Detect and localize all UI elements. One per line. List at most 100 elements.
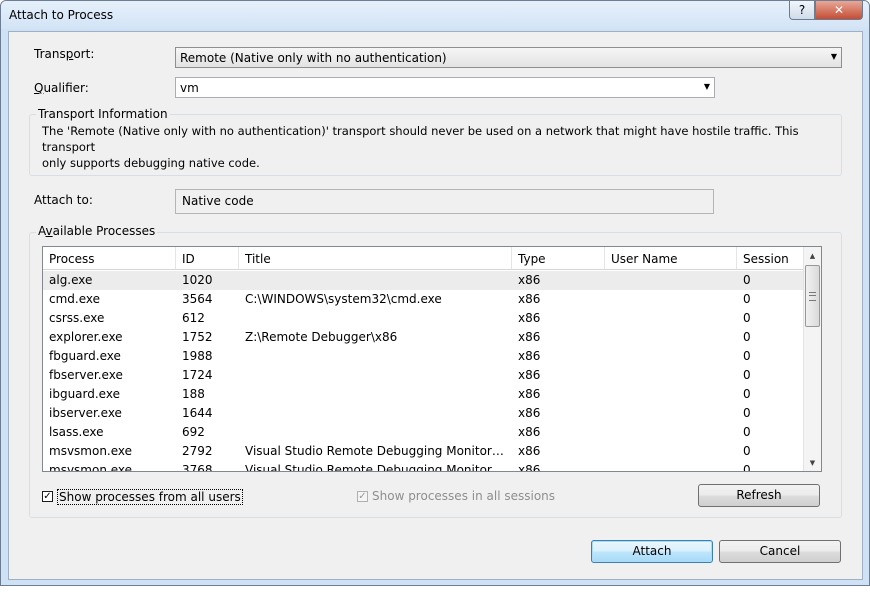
vertical-scrollbar[interactable]: ▲ ▼ bbox=[803, 247, 821, 471]
transport-info-title: Transport Information bbox=[36, 107, 170, 121]
table-row[interactable]: lsass.exe 692 x86 0 bbox=[43, 423, 804, 442]
scroll-up-button[interactable]: ▲ bbox=[804, 247, 821, 264]
process-session-cell: 0 bbox=[743, 387, 751, 401]
process-session-cell: 0 bbox=[743, 273, 751, 287]
process-id-cell: 3768 bbox=[182, 463, 213, 472]
process-name-cell: csrss.exe bbox=[49, 311, 105, 325]
cancel-button[interactable]: Cancel bbox=[719, 540, 841, 563]
column-header-type[interactable]: Type bbox=[512, 247, 605, 270]
qualifier-label: Qualifier: bbox=[34, 81, 89, 95]
transport-info-line-1: The 'Remote (Native only with no authent… bbox=[42, 124, 799, 154]
title-bar[interactable]: Attach to Process ? ✕ bbox=[1, 1, 869, 29]
column-header-session[interactable]: Session bbox=[737, 247, 805, 270]
process-name-cell: fbguard.exe bbox=[49, 349, 121, 363]
help-icon: ? bbox=[798, 3, 806, 17]
process-name-cell: lsass.exe bbox=[49, 425, 104, 439]
process-session-cell: 0 bbox=[743, 368, 751, 382]
scroll-up-icon: ▲ bbox=[809, 251, 816, 260]
process-type-cell: x86 bbox=[518, 368, 541, 382]
process-type-cell: x86 bbox=[518, 463, 541, 472]
process-session-cell: 0 bbox=[743, 425, 751, 439]
table-row[interactable]: alg.exe 1020 x86 0 bbox=[43, 271, 804, 290]
transport-value: Remote (Native only with no authenticati… bbox=[180, 51, 447, 65]
process-session-cell: 0 bbox=[743, 292, 751, 306]
process-id-cell: 612 bbox=[182, 311, 205, 325]
process-type-cell: x86 bbox=[518, 273, 541, 287]
process-id-cell: 1988 bbox=[182, 349, 213, 363]
process-id-cell: 692 bbox=[182, 425, 205, 439]
scroll-down-icon: ▼ bbox=[809, 458, 816, 467]
process-session-cell: 0 bbox=[743, 330, 751, 344]
attach-button[interactable]: Attach bbox=[591, 540, 713, 563]
dialog-body: Transport: Remote (Native only with no a… bbox=[8, 31, 863, 580]
process-id-cell: 1724 bbox=[182, 368, 213, 382]
table-row[interactable]: ibserver.exe 1644 x86 0 bbox=[43, 404, 804, 423]
table-row[interactable]: fbguard.exe 1988 x86 0 bbox=[43, 347, 804, 366]
process-name-cell: msvsmon.exe bbox=[49, 444, 133, 458]
table-row[interactable]: explorer.exe 1752 Z:\Remote Debugger\x86 x8… bbox=[43, 328, 804, 347]
process-session-cell: 0 bbox=[743, 406, 751, 420]
process-name-cell: ibguard.exe bbox=[49, 387, 120, 401]
process-session-cell: 0 bbox=[743, 349, 751, 363]
qualifier-value[interactable]: vm bbox=[180, 81, 199, 95]
transport-dropdown[interactable]: Remote (Native only with no authenticati… bbox=[175, 47, 842, 68]
process-type-cell: x86 bbox=[518, 406, 541, 420]
process-type-cell: x86 bbox=[518, 425, 541, 439]
scroll-down-button[interactable]: ▼ bbox=[804, 454, 821, 471]
process-id-cell: 2792 bbox=[182, 444, 213, 458]
process-type-cell: x86 bbox=[518, 349, 541, 363]
column-header-id[interactable]: ID bbox=[176, 247, 239, 270]
table-row[interactable]: msvsmon.exe 2792 Visual Studio Remote Debu… bbox=[43, 442, 804, 461]
process-list[interactable]: Process ID Title Type User Name Session … bbox=[42, 246, 822, 472]
scrollbar-thumb[interactable] bbox=[805, 265, 820, 327]
table-row[interactable]: cmd.exe 3564 C:\WINDOWS\system32\cmd.exe x8… bbox=[43, 290, 804, 309]
process-session-cell: 0 bbox=[743, 311, 751, 325]
transport-info-text: The 'Remote (Native only with no authent… bbox=[42, 123, 832, 171]
process-id-cell: 1752 bbox=[182, 330, 213, 344]
all-users-label[interactable]: Show processes from all users bbox=[57, 489, 243, 505]
process-type-cell: x86 bbox=[518, 330, 541, 344]
process-name-cell: explorer.exe bbox=[49, 330, 123, 344]
process-type-cell: x86 bbox=[518, 444, 541, 458]
process-type-cell: x86 bbox=[518, 292, 541, 306]
table-row[interactable]: msvsmon.exe 3768 Visual Studio Remote Debu… bbox=[43, 461, 804, 472]
process-id-cell: 3564 bbox=[182, 292, 213, 306]
process-type-cell: x86 bbox=[518, 387, 541, 401]
all-sessions-checkbox: ✓ bbox=[357, 491, 368, 502]
all-users-checkbox[interactable]: ✓ bbox=[42, 491, 53, 502]
refresh-button[interactable]: Refresh bbox=[698, 484, 820, 507]
process-id-cell: 1644 bbox=[182, 406, 213, 420]
table-row[interactable]: csrss.exe 612 x86 0 bbox=[43, 309, 804, 328]
column-header-user-name[interactable]: User Name bbox=[605, 247, 737, 270]
process-id-cell: 1020 bbox=[182, 273, 213, 287]
grip-icon bbox=[809, 292, 816, 301]
all-sessions-label: Show processes in all sessions bbox=[372, 489, 556, 503]
attach-to-field[interactable]: Native code bbox=[175, 189, 714, 214]
process-session-cell: 0 bbox=[743, 463, 751, 472]
attach-to-label: Attach to: bbox=[34, 193, 93, 207]
process-type-cell: x86 bbox=[518, 311, 541, 325]
attach-to-value: Native code bbox=[182, 194, 254, 208]
column-header-process[interactable]: Process bbox=[43, 247, 176, 270]
qualifier-combobox[interactable]: vm ▼ bbox=[175, 77, 715, 98]
column-header-title[interactable]: Title bbox=[239, 247, 512, 270]
help-button[interactable]: ? bbox=[789, 1, 815, 20]
chevron-down-icon[interactable]: ▼ bbox=[704, 82, 710, 91]
process-name-cell: fbserver.exe bbox=[49, 368, 123, 382]
chevron-down-icon: ▼ bbox=[830, 52, 837, 61]
table-row[interactable]: ibguard.exe 188 x86 0 bbox=[43, 385, 804, 404]
transport-info-line-2: only supports debugging native code. bbox=[42, 156, 260, 170]
dialog-window: Attach to Process ? ✕ Transport: Remote … bbox=[0, 0, 870, 586]
process-title-cell: C:\WINDOWS\system32\cmd.exe bbox=[245, 292, 442, 306]
process-name-cell: ibserver.exe bbox=[49, 406, 122, 420]
process-title-cell: Z:\Remote Debugger\x86 bbox=[245, 330, 398, 344]
table-row[interactable]: fbserver.exe 1724 x86 0 bbox=[43, 366, 804, 385]
close-icon: ✕ bbox=[833, 3, 845, 17]
process-session-cell: 0 bbox=[743, 444, 751, 458]
process-id-cell: 188 bbox=[182, 387, 205, 401]
close-button[interactable]: ✕ bbox=[815, 1, 863, 20]
processes-title: Available Processes bbox=[36, 224, 158, 238]
process-name-cell: msvsmon.exe bbox=[49, 463, 133, 472]
window-title: Attach to Process bbox=[9, 8, 114, 22]
process-name-cell: cmd.exe bbox=[49, 292, 101, 306]
